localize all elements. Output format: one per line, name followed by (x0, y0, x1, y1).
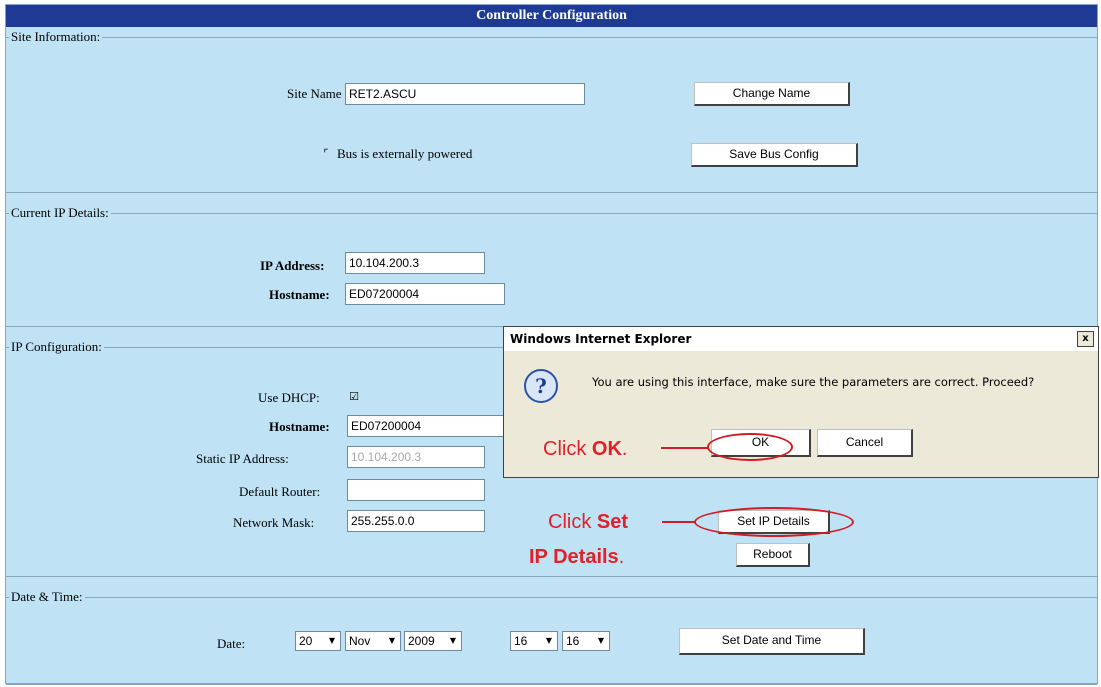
site-information-section: Site Information: (6, 29, 1097, 193)
cancel-button[interactable]: Cancel (817, 429, 913, 457)
default-router-label: Default Router: (239, 484, 321, 499)
day-select[interactable]: 20 ▼ (295, 631, 341, 651)
chevron-down-icon: ▼ (446, 633, 460, 649)
reboot-button[interactable]: Reboot (736, 543, 810, 567)
chevron-down-icon: ▼ (542, 633, 556, 649)
minute-select[interactable]: 16 ▼ (562, 631, 610, 651)
day-value: 20 (299, 634, 313, 648)
use-dhcp-label: Use DHCP: (258, 390, 320, 405)
chevron-down-icon: ▼ (325, 633, 339, 649)
change-name-button[interactable]: Change Name (694, 82, 850, 106)
ip-address-label: IP Address: (260, 258, 325, 273)
default-router-input[interactable] (347, 479, 485, 501)
network-mask-input[interactable]: 255.255.0.0 (347, 510, 485, 532)
use-dhcp-checkbox[interactable]: ☑ (348, 391, 360, 403)
ip-address-value: 10.104.200.3 (345, 252, 485, 274)
minute-value: 16 (566, 634, 580, 648)
date-label: Date: (217, 636, 246, 651)
current-ip-legend: Current IP Details: (11, 205, 109, 220)
network-mask-label: Network Mask: (233, 515, 315, 530)
config-hostname-label: Hostname: (269, 419, 330, 434)
set-ip-pointer-line (662, 521, 696, 523)
site-information-legend: Site Information: (11, 29, 101, 44)
site-name-input[interactable]: RET2.ASCU (345, 83, 585, 105)
dialog-title: Windows Internet Explorer (510, 332, 692, 346)
bus-powered-label: Bus is externally powered (337, 146, 473, 161)
dialog-message: You are using this interface, make sure … (592, 375, 1035, 389)
year-value: 2009 (408, 634, 435, 648)
question-icon: ? (524, 369, 558, 403)
date-time-legend: Date & Time: (11, 589, 83, 604)
hour-value: 16 (514, 634, 528, 648)
chevron-down-icon: ▼ (385, 633, 399, 649)
ok-pointer-line (661, 447, 708, 449)
static-ip-input[interactable]: 10.104.200.3 (347, 446, 485, 468)
current-hostname-label: Hostname: (269, 287, 330, 302)
current-hostname-value: ED07200004 (345, 283, 505, 305)
chevron-down-icon: ▼ (594, 633, 608, 649)
static-ip-label: Static IP Address: (196, 451, 289, 466)
month-value: Nov (349, 634, 371, 648)
click-ok-annotation: Click OK. (543, 438, 628, 460)
ok-highlight-oval (707, 433, 793, 461)
click-set-ip-annotation-line2: IP Details. (529, 546, 625, 568)
close-icon[interactable]: x (1077, 331, 1094, 347)
click-set-ip-annotation-line1: Click Set (548, 511, 629, 533)
year-select[interactable]: 2009 ▼ (404, 631, 462, 651)
site-name-label: Site Name (287, 86, 342, 101)
set-ip-highlight-oval (694, 507, 854, 537)
current-ip-section: Current IP Details: (6, 205, 1097, 327)
hour-select[interactable]: 16 ▼ (510, 631, 558, 651)
month-select[interactable]: Nov ▼ (345, 631, 401, 651)
config-hostname-input[interactable]: ED07200004 (347, 415, 507, 437)
page-title: Controller Configuration (6, 5, 1097, 27)
set-date-time-button[interactable]: Set Date and Time (679, 628, 865, 655)
bus-powered-checkbox[interactable]: ⌜ (320, 148, 332, 160)
save-bus-config-button[interactable]: Save Bus Config (691, 143, 858, 167)
dialog-title-bar: Windows Internet Explorer x (504, 327, 1098, 351)
ip-configuration-legend: IP Configuration: (11, 339, 102, 354)
